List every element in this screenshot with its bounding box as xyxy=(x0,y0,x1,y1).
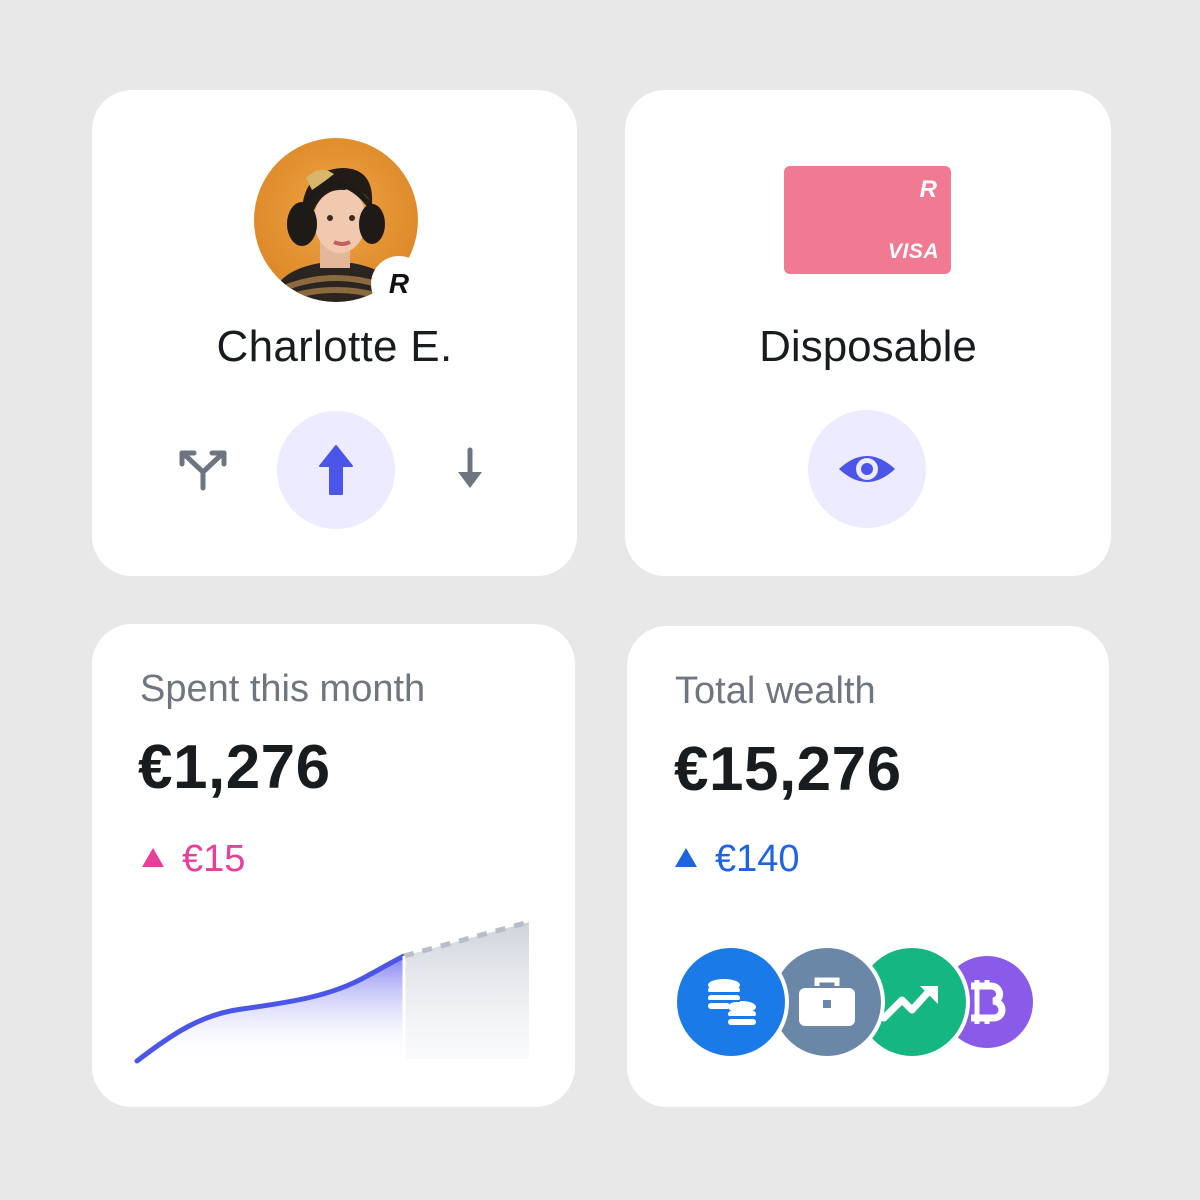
wealth-delta-value: €140 xyxy=(715,838,800,880)
spent-label: Spent this month xyxy=(140,668,426,710)
card-label: Disposable xyxy=(759,322,977,371)
projection-area xyxy=(404,922,529,1059)
disposable-card-tile[interactable]: R VISA Disposable xyxy=(625,90,1111,576)
spent-area xyxy=(137,956,404,1061)
wealth-card[interactable]: Total wealth €15,276 €140 xyxy=(627,626,1109,1107)
eye-icon xyxy=(839,456,895,482)
wealth-delta: €140 xyxy=(675,838,800,881)
contact-name: Charlotte E. xyxy=(216,322,453,371)
spending-chart xyxy=(134,919,530,1064)
spent-card[interactable]: Spent this month €1,276 €15 xyxy=(92,624,575,1107)
revolut-badge-icon: R xyxy=(373,258,425,310)
triangle-up-icon xyxy=(675,848,697,867)
wealth-value: €15,276 xyxy=(674,735,902,804)
arrow-down-icon[interactable] xyxy=(450,446,490,492)
triangle-up-icon xyxy=(142,848,164,867)
coins-icon[interactable] xyxy=(677,948,785,1056)
spent-value: €1,276 xyxy=(138,733,331,802)
profile-card[interactable]: R Charlotte E. xyxy=(92,90,577,576)
spent-delta: €15 xyxy=(142,838,245,881)
show-card-button[interactable] xyxy=(808,410,926,528)
arrow-up-icon xyxy=(319,445,353,495)
send-up-button[interactable] xyxy=(277,411,395,529)
virtual-card[interactable]: R VISA xyxy=(784,166,951,274)
wealth-label: Total wealth xyxy=(675,670,876,712)
split-arrows-icon[interactable] xyxy=(178,448,228,492)
revolut-logo: R xyxy=(919,176,937,203)
visa-logo: VISA xyxy=(887,240,939,263)
briefcase-icon[interactable] xyxy=(773,948,881,1056)
spent-delta-value: €15 xyxy=(182,838,246,880)
asset-icons xyxy=(677,948,1037,1058)
